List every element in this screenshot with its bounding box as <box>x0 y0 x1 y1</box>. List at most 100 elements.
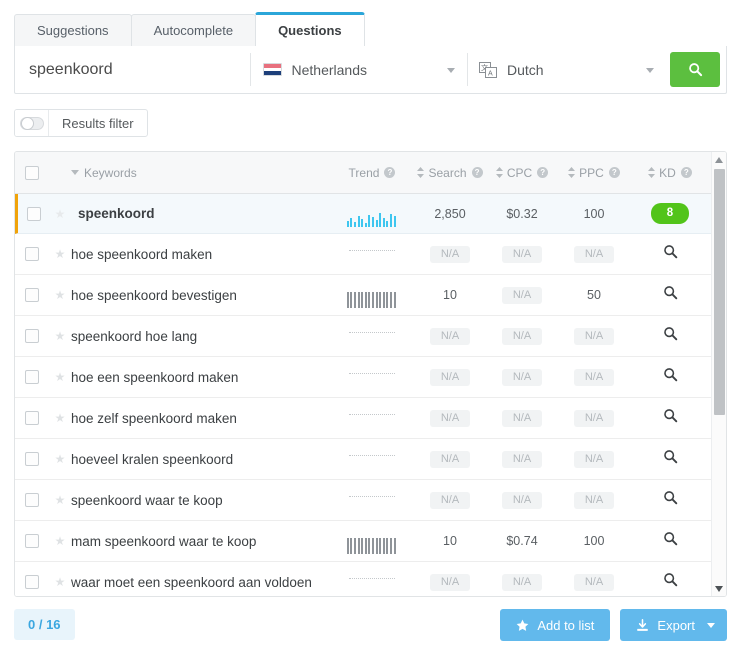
chevron-down-icon <box>707 622 715 628</box>
header-search[interactable]: Search ? <box>414 166 486 180</box>
favorite-star-cell[interactable]: ★ <box>49 575 71 589</box>
kd-cell <box>630 531 710 551</box>
row-select-cell <box>15 493 49 507</box>
star-icon <box>516 619 529 632</box>
table-row[interactable]: ★ mam speenkoord waar te koop 10 $0.74 100 <box>15 521 726 562</box>
kd-check-button[interactable] <box>663 367 678 387</box>
header-trend[interactable]: Trend ? <box>330 166 414 180</box>
results-filter-toggle[interactable] <box>15 110 49 136</box>
search-cell: N/A <box>414 409 486 427</box>
search-value: 10 <box>443 288 457 302</box>
row-checkbox[interactable] <box>26 206 41 221</box>
kd-check-button[interactable] <box>663 531 678 551</box>
kd-check-button[interactable] <box>663 490 678 510</box>
table-row[interactable]: ★ hoe zelf speenkoord maken N/A N/A N/A <box>15 398 726 439</box>
keyword-input[interactable] <box>15 46 250 93</box>
kd-check-button[interactable] <box>663 572 678 592</box>
tab-suggestions[interactable]: Suggestions <box>14 14 132 46</box>
search-icon <box>663 532 677 546</box>
results-filter-button[interactable]: Results filter <box>49 110 147 136</box>
sort-arrows-icon <box>495 167 503 178</box>
kd-check-button[interactable] <box>663 449 678 469</box>
help-icon[interactable]: ? <box>680 167 692 178</box>
kd-cell <box>630 244 710 264</box>
scroll-up-button[interactable] <box>712 152 726 167</box>
trend-sparkline <box>346 201 397 227</box>
help-icon[interactable]: ? <box>471 167 483 178</box>
table-scrollbar[interactable] <box>711 152 726 596</box>
table-body: ★ speenkoord 2,850 $0.32 100 8 ★ hoe speenkoord… <box>15 194 726 596</box>
help-icon[interactable]: ? <box>384 167 396 178</box>
na-badge: N/A <box>429 327 471 345</box>
header-keywords[interactable]: Keywords <box>71 166 330 180</box>
favorite-star-cell[interactable]: ★ <box>49 370 71 384</box>
sort-arrows-icon <box>417 167 425 178</box>
row-checkbox[interactable] <box>25 411 39 425</box>
table-row[interactable]: ★ speenkoord waar te koop N/A N/A N/A <box>15 480 726 521</box>
export-button[interactable]: Export <box>620 609 727 641</box>
table-row[interactable]: ★ speenkoord hoe lang N/A N/A N/A <box>15 316 726 357</box>
scrollbar-thumb[interactable] <box>714 169 725 415</box>
scroll-down-button[interactable] <box>712 581 726 596</box>
kd-check-button[interactable] <box>663 408 678 428</box>
header-ppc[interactable]: PPC ? <box>558 166 630 180</box>
table-row[interactable]: ★ hoeveel kralen speenkoord N/A N/A N/A <box>15 439 726 480</box>
search-cell: N/A <box>414 327 486 345</box>
row-checkbox[interactable] <box>25 534 39 548</box>
help-icon[interactable]: ? <box>537 167 549 178</box>
favorite-star-cell[interactable]: ★ <box>49 452 71 466</box>
tab-bar: Suggestions Autocomplete Questions <box>14 12 727 47</box>
table-row[interactable]: ★ hoe speenkoord maken N/A N/A N/A <box>15 234 726 275</box>
na-badge: N/A <box>501 286 543 304</box>
select-all-checkbox[interactable] <box>25 165 39 180</box>
help-icon[interactable]: ? <box>608 167 620 178</box>
trend-empty-baseline <box>349 373 395 374</box>
favorite-star-cell[interactable]: ★ <box>49 493 71 507</box>
table-row[interactable]: ★ hoe een speenkoord maken N/A N/A N/A <box>15 357 726 398</box>
row-checkbox[interactable] <box>25 452 39 466</box>
favorite-star-cell[interactable]: ★ <box>49 288 71 302</box>
add-to-list-button[interactable]: Add to list <box>500 609 611 641</box>
row-checkbox[interactable] <box>25 493 39 507</box>
kd-cell: 8 <box>630 203 710 224</box>
search-icon <box>663 573 677 587</box>
tab-questions[interactable]: Questions <box>255 12 365 46</box>
na-badge: N/A <box>573 409 615 427</box>
favorite-star-cell[interactable]: ★ <box>49 534 71 548</box>
trend-empty-baseline <box>349 250 395 251</box>
star-icon: ★ <box>54 493 66 507</box>
row-select-cell <box>15 452 49 466</box>
kd-check-button[interactable] <box>663 244 678 264</box>
row-checkbox[interactable] <box>25 575 39 589</box>
kd-check-button[interactable] <box>663 285 678 305</box>
add-to-list-label: Add to list <box>537 617 595 633</box>
table-row[interactable]: ★ hoe speenkoord bevestigen 10 N/A 50 <box>15 275 726 316</box>
favorite-star-cell[interactable]: ★ <box>49 329 71 343</box>
row-checkbox[interactable] <box>25 329 39 343</box>
search-button[interactable] <box>670 52 720 87</box>
na-badge: N/A <box>501 327 543 345</box>
header-kd[interactable]: KD ? <box>630 166 710 180</box>
keyword-text: hoe speenkoord maken <box>71 246 213 262</box>
search-cell: 10 <box>414 288 486 302</box>
language-select[interactable]: 文 A Dutch <box>467 46 666 93</box>
row-select-cell <box>15 288 49 302</box>
row-checkbox[interactable] <box>25 288 39 302</box>
country-select[interactable]: Netherlands <box>251 46 467 93</box>
tab-autocomplete[interactable]: Autocomplete <box>130 14 257 46</box>
cpc-cell: N/A <box>486 491 558 509</box>
row-select-cell <box>15 534 49 548</box>
table-row[interactable]: ★ waar moet een speenkoord aan voldoen N/A… <box>15 562 726 596</box>
cpc-cell: N/A <box>486 245 558 263</box>
kd-check-button[interactable] <box>663 326 678 346</box>
na-badge: N/A <box>429 450 471 468</box>
row-checkbox[interactable] <box>25 247 39 261</box>
search-cell: N/A <box>414 573 486 591</box>
search-icon <box>663 491 677 505</box>
header-cpc[interactable]: CPC ? <box>486 166 558 180</box>
row-checkbox[interactable] <box>25 370 39 384</box>
favorite-star-cell[interactable]: ★ <box>49 411 71 425</box>
favorite-star-cell[interactable]: ★ <box>49 207 71 221</box>
table-row[interactable]: ★ speenkoord 2,850 $0.32 100 8 <box>15 194 726 234</box>
favorite-star-cell[interactable]: ★ <box>49 247 71 261</box>
